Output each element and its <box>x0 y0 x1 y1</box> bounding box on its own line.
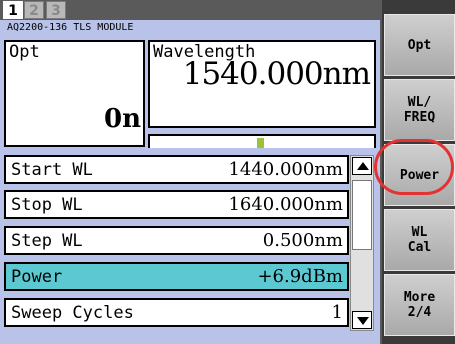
param-value: +6.9dBm <box>257 266 343 287</box>
softkey-opt[interactable]: Opt <box>384 14 455 76</box>
scroll-thumb[interactable] <box>352 180 372 250</box>
tab-3[interactable]: 3 <box>46 1 66 19</box>
module-title: AQ2200-136 TLS MODULE <box>7 22 134 33</box>
param-row-sweep-cycles[interactable]: Sweep Cycles 1 <box>4 298 349 327</box>
scroll-down-button[interactable] <box>352 311 372 329</box>
power-highlight-annotation <box>374 139 454 195</box>
param-value: 1 <box>331 302 343 323</box>
scroll-up-button[interactable] <box>352 157 372 175</box>
param-row-stop-wl[interactable]: Stop WL 1640.000nm <box>4 190 349 219</box>
opt-value: 0n <box>104 104 141 134</box>
opt-display: Opt 0n <box>4 40 145 147</box>
wavelength-value: 1540.000nm <box>182 56 371 92</box>
wavelength-position-marker <box>257 138 264 148</box>
triangle-down-icon <box>357 317 369 325</box>
param-row-power[interactable]: Power +6.9dBm <box>4 262 349 291</box>
param-name: Stop WL <box>11 195 83 215</box>
wavelength-display: Wavelength 1540.000nm <box>148 40 376 128</box>
tab-1[interactable]: 1 <box>3 1 23 19</box>
param-value: 1440.000nm <box>228 159 343 180</box>
tab-2[interactable]: 2 <box>24 1 44 19</box>
param-name: Sweep Cycles <box>11 303 134 323</box>
softkey-wl-cal[interactable]: WL Cal <box>384 209 455 271</box>
param-value: 0.500nm <box>262 230 343 251</box>
param-name: Step WL <box>11 231 83 251</box>
tab-strip-filler <box>68 1 380 19</box>
opt-label: Opt <box>9 42 40 62</box>
param-value: 1640.000nm <box>228 194 343 215</box>
parameter-scrollbar[interactable] <box>350 155 374 331</box>
param-row-step-wl[interactable]: Step WL 0.500nm <box>4 226 349 255</box>
tab-bar: 1 2 3 <box>0 0 380 20</box>
softkey-more[interactable]: More 2/4 <box>384 274 455 336</box>
param-name: Start WL <box>11 160 93 180</box>
wavelength-position-bar <box>148 134 376 148</box>
param-row-start-wl[interactable]: Start WL 1440.000nm <box>4 155 349 184</box>
softkey-wl-freq[interactable]: WL/ FREQ <box>384 79 455 141</box>
param-name: Power <box>11 267 63 287</box>
triangle-up-icon <box>357 162 369 170</box>
